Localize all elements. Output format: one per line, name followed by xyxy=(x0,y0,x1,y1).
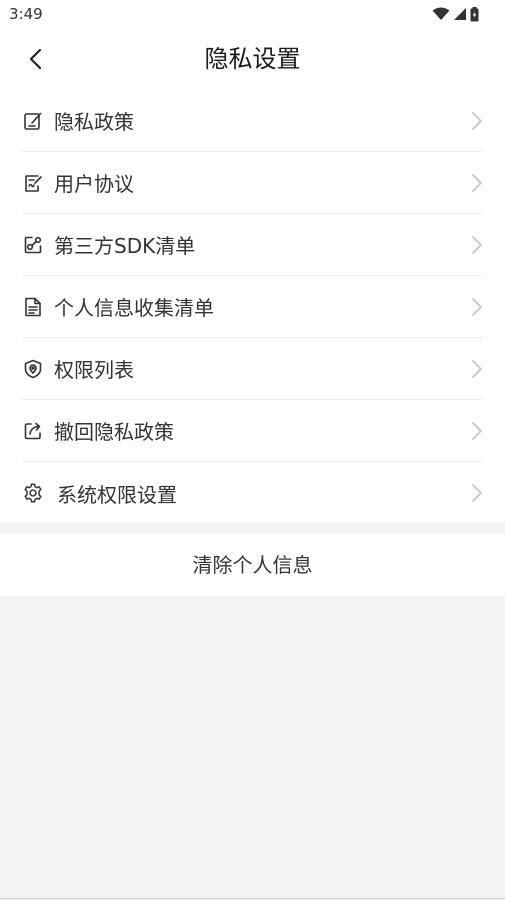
external-share-icon xyxy=(22,420,44,442)
status-time: 3:49 xyxy=(9,5,43,23)
menu-item-personal-info-list[interactable]: 个人信息收集清单 xyxy=(22,276,483,338)
header: 隐私设置 xyxy=(0,28,505,90)
menu-item-label: 撤回隐私政策 xyxy=(54,420,174,444)
menu-item-label: 个人信息收集清单 xyxy=(54,296,214,320)
menu-item-label: 第三方SDK清单 xyxy=(54,234,196,258)
share-link-icon xyxy=(22,234,44,256)
bottom-divider xyxy=(0,898,505,899)
chevron-right-icon xyxy=(472,297,482,316)
status-icons xyxy=(432,6,479,22)
clear-personal-info-button[interactable]: 清除个人信息 xyxy=(0,534,505,596)
menu-item-third-party-sdk[interactable]: 第三方SDK清单 xyxy=(22,214,483,276)
menu-item-user-agreement[interactable]: 用户协议 xyxy=(22,152,483,214)
signed-document-icon xyxy=(22,172,44,194)
chevron-right-icon xyxy=(472,111,482,130)
battery-icon xyxy=(470,6,479,21)
menu-item-system-permission[interactable]: 系统权限设置 xyxy=(22,462,483,524)
chevron-right-icon xyxy=(472,359,482,378)
menu-item-label: 隐私政策 xyxy=(54,110,134,134)
chevron-right-icon xyxy=(472,173,482,192)
status-bar: 3:49 xyxy=(0,0,505,28)
wifi-icon xyxy=(432,7,450,20)
chevron-right-icon xyxy=(472,421,482,440)
menu-item-label: 权限列表 xyxy=(54,358,134,382)
menu-item-label: 系统权限设置 xyxy=(57,482,177,507)
menu-item-privacy-policy[interactable]: 隐私政策 xyxy=(22,90,483,152)
chevron-right-icon xyxy=(472,235,482,254)
back-button[interactable] xyxy=(20,42,50,76)
signal-icon xyxy=(454,8,466,20)
menu-list: 隐私政策 用户协议 第三方SDK清单 个人信息收集清单 权限列表 撤回隐私政策 … xyxy=(0,90,505,522)
menu-item-permission-list[interactable]: 权限列表 xyxy=(22,338,483,400)
menu-item-withdraw-privacy[interactable]: 撤回隐私政策 xyxy=(22,400,483,462)
shield-location-icon xyxy=(22,358,44,380)
back-arrow-icon xyxy=(29,48,42,70)
gear-icon xyxy=(22,482,44,504)
menu-item-label: 用户协议 xyxy=(54,172,134,196)
page-title: 隐私设置 xyxy=(204,45,301,73)
document-list-icon xyxy=(22,296,44,318)
chevron-right-icon xyxy=(472,484,482,502)
edit-note-icon xyxy=(22,110,44,132)
